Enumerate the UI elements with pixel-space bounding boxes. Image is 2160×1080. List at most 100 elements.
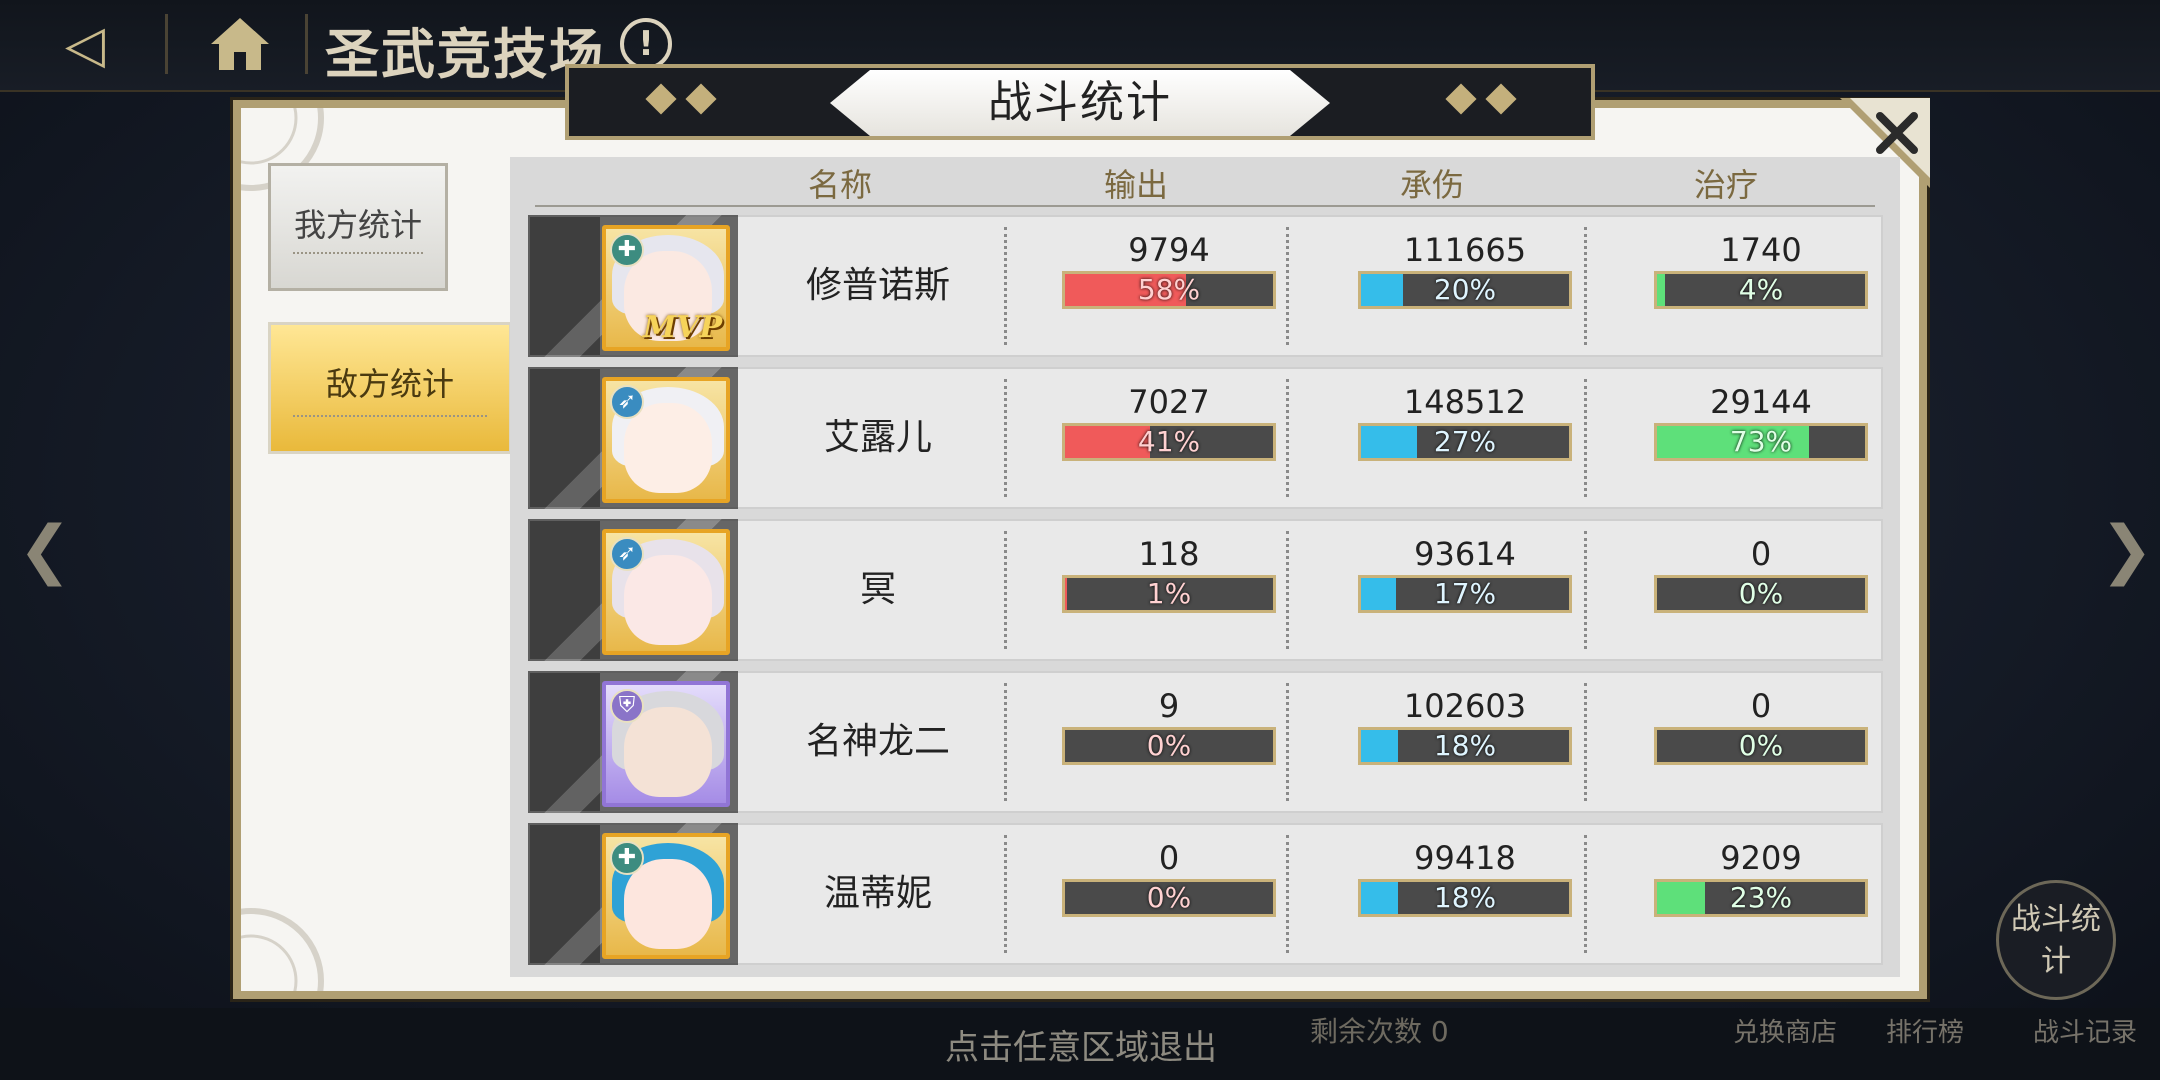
healing-cell: 0 0% <box>1654 685 1868 765</box>
column-divider <box>1004 379 1007 497</box>
battle-stat-button[interactable]: 战斗统计 <box>1996 880 2116 1000</box>
hero-portrait[interactable]: ➶ <box>602 377 730 503</box>
divider <box>293 415 487 417</box>
damage-taken-cell: 102603 18% <box>1358 685 1572 765</box>
damage-taken-cell: 111665 20% <box>1358 229 1572 309</box>
healing-bar: 0% <box>1654 727 1868 765</box>
damage-taken-bar: 20% <box>1358 271 1572 309</box>
healing-bar: 73% <box>1654 423 1868 461</box>
damage-percent: 58% <box>1137 273 1201 306</box>
healing-bar: 23% <box>1654 879 1868 917</box>
damage-percent: 1% <box>1146 577 1192 610</box>
healing-percent: 0% <box>1738 729 1784 762</box>
tab-label: 敌方统计 <box>325 365 454 403</box>
column-divider <box>1584 835 1587 953</box>
healing-value: 1740 <box>1720 231 1802 269</box>
column-header-damage: 输出 <box>1104 166 1169 204</box>
damage-taken-percent: 17% <box>1433 577 1497 610</box>
table-row: ⛨ 名神龙二 9 0% 102603 18% 0 0% <box>528 671 1883 813</box>
damage-bar: 58% <box>1062 271 1276 309</box>
damage-bar: 1% <box>1062 575 1276 613</box>
damage-taken-bar: 18% <box>1358 879 1572 917</box>
exchange-shop-button[interactable]: 兑换商店 <box>1720 1012 1850 1049</box>
column-divider <box>1286 531 1289 649</box>
hero-face <box>624 403 712 493</box>
healer-role-icon: ✚ <box>610 233 644 267</box>
hero-name: 冥 <box>859 569 896 610</box>
column-header-healing: 治疗 <box>1694 166 1759 204</box>
ranking-button[interactable]: 排行榜 <box>1880 1012 1970 1049</box>
column-divider <box>1584 379 1587 497</box>
healing-percent: 0% <box>1738 577 1784 610</box>
tank-role-icon: ⛨ <box>610 689 644 723</box>
damage-taken-percent: 20% <box>1433 273 1497 306</box>
hero-name: 艾露儿 <box>823 417 932 458</box>
info-icon[interactable]: ! <box>620 18 672 70</box>
battle-record-button[interactable]: 战斗记录 <box>2020 1012 2150 1049</box>
back-icon[interactable]: ◁ <box>40 14 130 76</box>
tab-own-stats[interactable]: 我方统计 <box>268 163 448 291</box>
hero-face <box>624 555 712 645</box>
damage-taken-percent: 27% <box>1433 425 1497 458</box>
column-divider <box>1004 227 1007 345</box>
divider <box>165 14 168 74</box>
column-divider <box>1004 683 1007 801</box>
healing-cell: 29144 73% <box>1654 381 1868 461</box>
damage-cell: 9 0% <box>1062 685 1276 765</box>
damage-taken-bar: 18% <box>1358 727 1572 765</box>
hero-portrait[interactable]: ✚ <box>602 833 730 959</box>
healing-cell: 0 0% <box>1654 533 1868 613</box>
exit-hint: 点击任意区域退出 <box>945 1028 1217 1068</box>
battle-stat-label: 战斗统计 <box>2011 902 2101 979</box>
right-arrow-icon[interactable]: ❯ <box>2100 505 2154 595</box>
damage-taken-cell: 148512 27% <box>1358 381 1572 461</box>
table-row: ✚ MVP 修普诺斯 9794 58% 111665 20% 1740 4% <box>528 215 1883 357</box>
damage-bar: 0% <box>1062 879 1276 917</box>
damage-value: 118 <box>1138 535 1200 573</box>
damage-bar: 41% <box>1062 423 1276 461</box>
hero-name: 修普诺斯 <box>805 265 950 306</box>
hero-portrait[interactable]: ➶ <box>602 529 730 655</box>
remaining-count: 剩余次数 0 <box>1310 1015 1449 1048</box>
tab-enemy-stats[interactable]: 敌方统计 <box>268 322 512 454</box>
left-arrow-icon[interactable]: ❮ <box>18 505 72 595</box>
healing-bar: 0% <box>1654 575 1868 613</box>
healing-value: 0 <box>1750 535 1772 573</box>
column-divider <box>1286 227 1289 345</box>
healing-percent: 4% <box>1738 273 1784 306</box>
damage-value: 9 <box>1158 687 1180 725</box>
header-divider <box>535 205 1875 207</box>
page-title: 圣武竞技场 <box>325 23 605 86</box>
table-row: ➶ 艾露儿 7027 41% 148512 27% 29144 73% <box>528 367 1883 509</box>
damage-cell: 118 1% <box>1062 533 1276 613</box>
column-divider <box>1286 379 1289 497</box>
divider <box>293 252 423 254</box>
healer-role-icon: ✚ <box>610 841 644 875</box>
damage-percent: 0% <box>1146 881 1192 914</box>
damage-value: 0 <box>1158 839 1180 877</box>
table-row: ➶ 冥 118 1% 93614 17% 0 0% <box>528 519 1883 661</box>
column-divider <box>1584 531 1587 649</box>
healing-value: 9209 <box>1720 839 1802 877</box>
damage-percent: 0% <box>1146 729 1192 762</box>
column-divider <box>1286 683 1289 801</box>
table-row: ✚ 温蒂妮 0 0% 99418 18% 9209 23% <box>528 823 1883 965</box>
dialog-title: 战斗统计 <box>988 77 1172 128</box>
damage-cell: 0 0% <box>1062 837 1276 917</box>
column-divider <box>1004 531 1007 649</box>
damage-taken-cell: 99418 18% <box>1358 837 1572 917</box>
hero-portrait[interactable]: ✚ MVP <box>602 225 730 351</box>
corner-ornament-icon <box>241 908 324 991</box>
damage-taken-bar: 27% <box>1358 423 1572 461</box>
hero-portrait[interactable]: ⛨ <box>602 681 730 807</box>
hero-name: 名神龙二 <box>805 721 950 762</box>
damage-taken-percent: 18% <box>1433 881 1497 914</box>
home-icon[interactable] <box>205 12 275 76</box>
damage-taken-cell: 93614 17% <box>1358 533 1572 613</box>
archer-role-icon: ➶ <box>610 537 644 571</box>
damage-taken-value: 99418 <box>1414 839 1516 877</box>
column-header-name: 名称 <box>808 166 873 204</box>
healing-cell: 9209 23% <box>1654 837 1868 917</box>
column-header-damage-taken: 承伤 <box>1400 166 1465 204</box>
damage-taken-bar: 17% <box>1358 575 1572 613</box>
